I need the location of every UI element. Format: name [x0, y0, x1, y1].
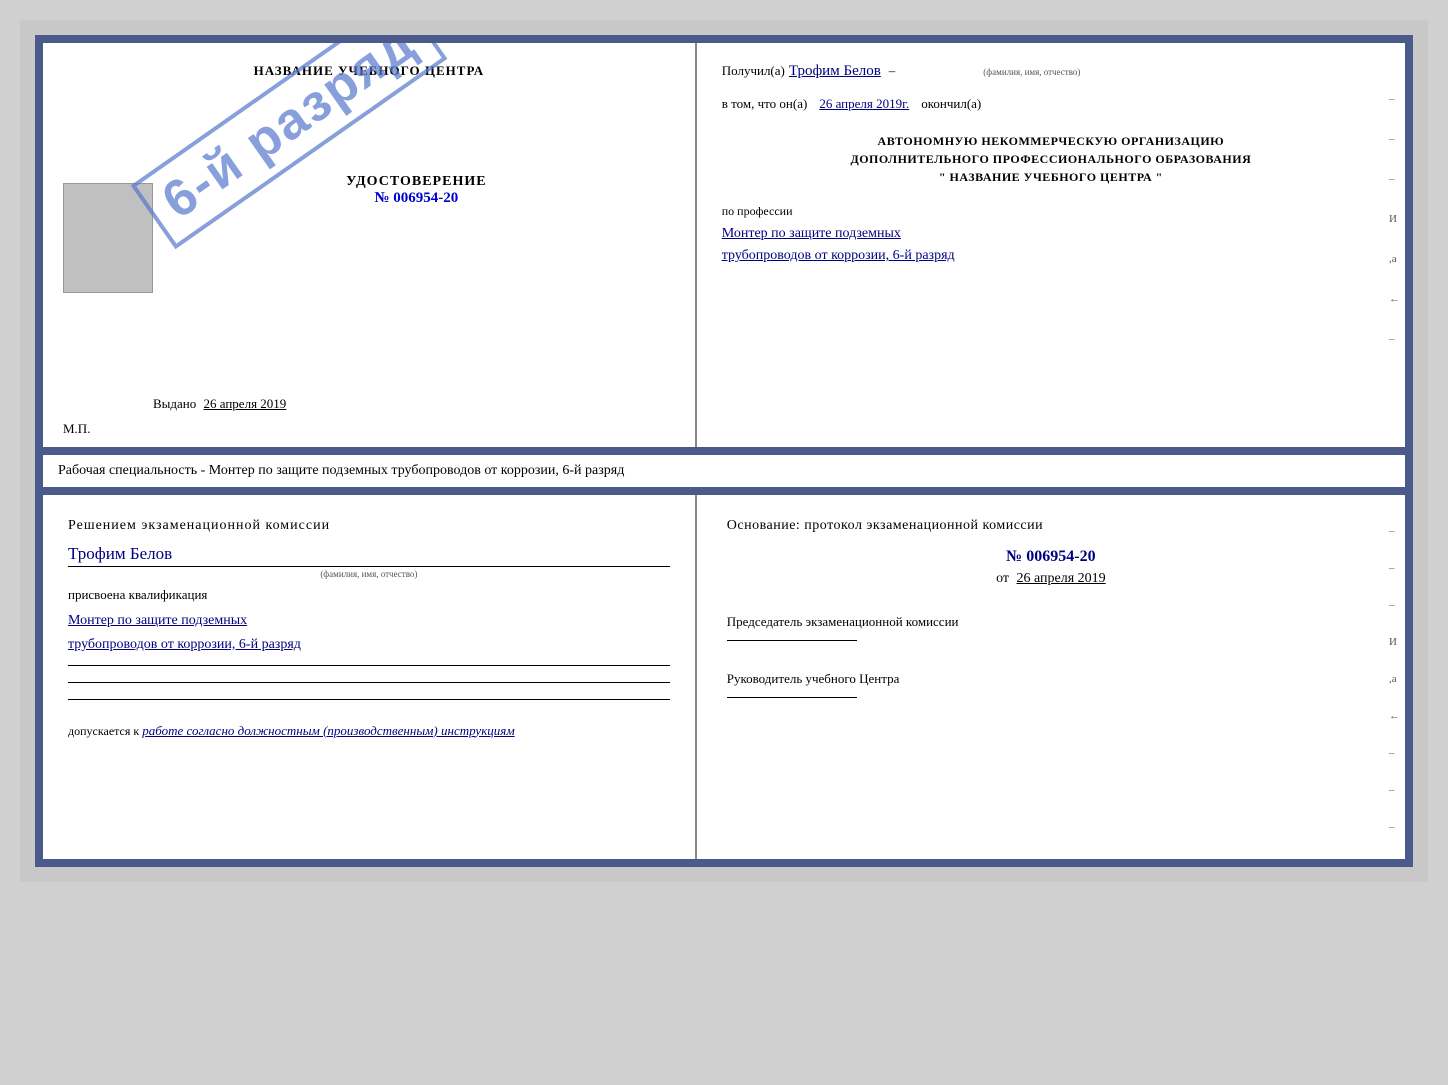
- bottom-name: Трофим Белов: [68, 544, 670, 567]
- допускается-text: работе согласно должностным (производств…: [142, 723, 514, 738]
- cert-top-right: Получил(а) Трофим Белов – (фамилия, имя,…: [697, 43, 1405, 447]
- org-line3: " НАЗВАНИЕ УЧЕБНОГО ЦЕНТРА ": [722, 168, 1380, 186]
- issued-label: Выдано: [153, 396, 196, 411]
- chairman-label: Председатель экзаменационной комиссии: [727, 612, 1375, 632]
- top-certificate: НАЗВАНИЕ УЧЕБНОГО ЦЕНТРА 6-й разряд УДОС…: [35, 35, 1413, 455]
- fio-sub-top: (фамилия, имя, отчество): [983, 67, 1080, 77]
- org-line2: ДОПОЛНИТЕЛЬНОГО ПРОФЕССИОНАЛЬНОГО ОБРАЗО…: [722, 150, 1380, 168]
- prot-date-prefix: от: [996, 571, 1009, 586]
- qualification-line2: трубопроводов от коррозии, 6-й разряд: [68, 637, 301, 652]
- issued-line: Выдано 26 апреля 2019: [153, 396, 286, 412]
- допускается-label: допускается к: [68, 724, 139, 738]
- chairman-signature-line: [727, 640, 857, 641]
- udostoverenie-block: УДОСТОВЕРЕНИЕ № 006954-20: [346, 174, 486, 207]
- completion-date: 26 апреля 2019г.: [819, 96, 909, 112]
- cert-number: № 006954-20: [346, 190, 486, 207]
- director-block: Руководитель учебного Центра: [727, 669, 1375, 708]
- chairman-block: Председатель экзаменационной комиссии: [727, 612, 1375, 651]
- right-dashes-bottom: –––И,а←––––: [1389, 525, 1400, 867]
- right-dashes-top: –––И,а←–: [1389, 93, 1400, 345]
- допускается-block: допускается к работе согласно должностны…: [68, 723, 670, 739]
- profession-label: по профессии: [722, 204, 1380, 219]
- page-container: НАЗВАНИЕ УЧЕБНОГО ЦЕНТРА 6-й разряд УДОС…: [20, 20, 1428, 882]
- blank-line-1: [68, 665, 670, 666]
- in-that-label: в том, что он(а): [722, 96, 808, 112]
- blank-line-3: [68, 699, 670, 700]
- completed-label: окончил(а): [921, 96, 981, 112]
- received-line: Получил(а) Трофим Белов – (фамилия, имя,…: [722, 63, 1380, 80]
- director-signature-line: [727, 697, 857, 698]
- cert-bottom-left: Решением экзаменационной комиссии Трофим…: [43, 495, 697, 859]
- bottom-certificate: Решением экзаменационной комиссии Трофим…: [35, 487, 1413, 867]
- fio-sub-bottom: (фамилия, имя, отчество): [68, 569, 670, 579]
- cert-bottom-right: Основание: протокол экзаменационной коми…: [697, 495, 1405, 859]
- blank-line-2: [68, 682, 670, 683]
- dash1: –: [889, 63, 896, 79]
- profession-text-top: Монтер по защите подземных трубопроводов…: [722, 223, 1380, 268]
- in-that-line: в том, что он(а) 26 апреля 2019г. окончи…: [722, 96, 1380, 112]
- received-label: Получил(а): [722, 63, 785, 79]
- recipient-name: Трофим Белов: [789, 63, 881, 80]
- photo-placeholder: [63, 183, 153, 293]
- org-line1: АВТОНОМНУЮ НЕКОММЕРЧЕСКУЮ ОРГАНИЗАЦИЮ: [722, 132, 1380, 150]
- profession-text-top-line2: трубопроводов от коррозии, 6-й разряд: [722, 248, 955, 263]
- mp-label: М.П.: [63, 421, 90, 437]
- decision-text: Решением экзаменационной комиссии: [68, 515, 670, 536]
- issued-date: 26 апреля 2019: [204, 396, 287, 411]
- org-text: АВТОНОМНУЮ НЕКОММЕРЧЕСКУЮ ОРГАНИЗАЦИЮ ДО…: [722, 132, 1380, 186]
- udostoverenie-label: УДОСТОВЕРЕНИЕ: [346, 174, 486, 190]
- kvalif-label: присвоена квалификация: [68, 587, 670, 603]
- prot-date-val: 26 апреля 2019: [1017, 571, 1106, 586]
- director-label: Руководитель учебного Центра: [727, 669, 1375, 689]
- prot-number: № 006954-20: [727, 548, 1375, 566]
- qualification-text: Монтер по защите подземных трубопроводов…: [68, 609, 670, 657]
- between-text: Рабочая специальность - Монтер по защите…: [35, 455, 1413, 487]
- osnov-text: Основание: протокол экзаменационной коми…: [727, 515, 1375, 536]
- prot-date: от 26 апреля 2019: [727, 571, 1375, 587]
- cert-top-left: НАЗВАНИЕ УЧЕБНОГО ЦЕНТРА 6-й разряд УДОС…: [43, 43, 697, 447]
